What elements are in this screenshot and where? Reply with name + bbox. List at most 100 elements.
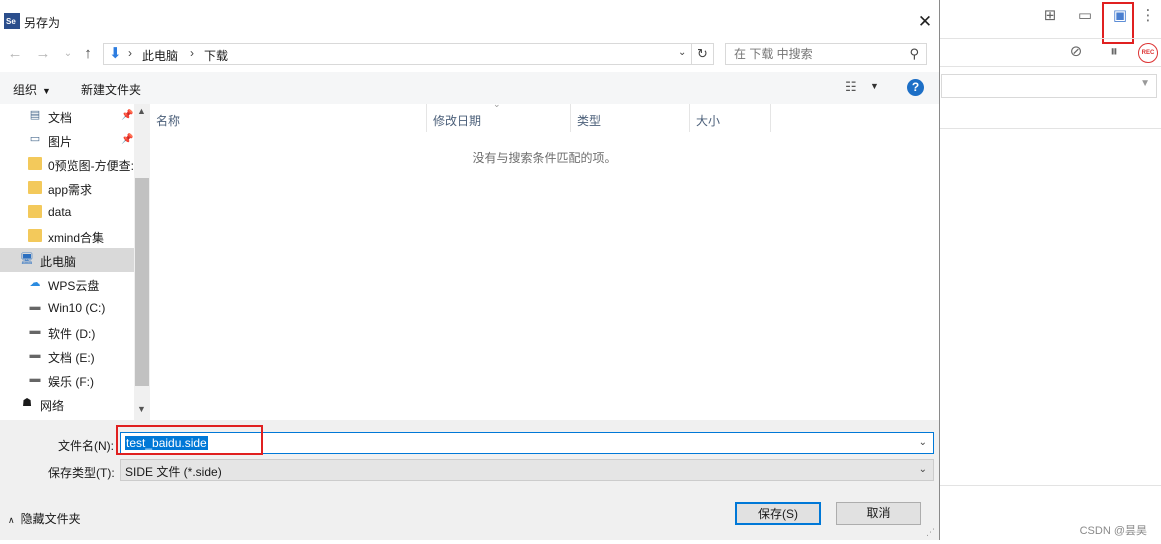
filetype-label: 保存类型(T): xyxy=(48,466,115,480)
computer-icon: 🖥 xyxy=(20,253,34,265)
breadcrumb-separator: › xyxy=(190,46,194,60)
breadcrumb-separator: › xyxy=(128,46,132,60)
column-label: 类型 xyxy=(577,114,602,128)
divider xyxy=(938,128,1161,129)
new-folder-icon[interactable]: ⊞ xyxy=(1040,7,1060,25)
caret-down-icon[interactable]: ▼ xyxy=(870,81,879,91)
divider xyxy=(938,38,1161,39)
divider xyxy=(938,66,1161,67)
download-arrow-icon: ⬇ xyxy=(109,45,122,62)
pin-icon[interactable]: 📌 xyxy=(121,110,133,121)
breadcrumb-this-pc[interactable]: 此电脑 xyxy=(142,47,178,64)
address-bar[interactable]: ⬇ › 此电脑 › 下载 ⌄ xyxy=(103,43,692,65)
folder-icon xyxy=(28,229,42,242)
nav-item-label: data xyxy=(48,205,72,219)
scroll-down-icon[interactable]: ▼ xyxy=(137,404,146,414)
cancel-button[interactable]: 取消 xyxy=(836,502,921,525)
nav-item[interactable]: ▬ Win10 (C:) xyxy=(0,296,134,320)
column-header-type[interactable]: 类型 xyxy=(571,104,690,132)
scrollbar-thumb[interactable] xyxy=(135,178,149,386)
nav-item[interactable]: xmind合集 xyxy=(0,224,134,248)
nav-item-label: xmind合集 xyxy=(48,231,105,245)
caret-down-icon: ▼ xyxy=(42,86,51,96)
nav-scrollbar[interactable]: ▲ ▼ xyxy=(134,104,150,420)
nav-item-label: 图片 xyxy=(48,135,73,149)
document-icon: ▤ xyxy=(29,109,41,121)
drive-icon: ▬ xyxy=(29,325,41,337)
caret-up-icon: ∧ xyxy=(8,515,15,525)
search-input[interactable] xyxy=(734,47,894,61)
view-options-icon[interactable]: ☷ xyxy=(845,79,857,95)
nav-item-label: app需求 xyxy=(48,183,93,197)
forward-button[interactable]: → xyxy=(35,44,51,64)
background-dropdown[interactable]: ▼ xyxy=(941,74,1157,98)
disable-breakpoints-icon[interactable]: ⊘ xyxy=(1066,43,1086,61)
new-folder-button[interactable]: 新建文件夹 xyxy=(81,81,141,98)
column-header-size[interactable]: 大小 xyxy=(690,104,771,132)
breadcrumb-downloads[interactable]: 下载 xyxy=(204,47,228,64)
back-button[interactable]: ← xyxy=(7,44,23,64)
filename-label: 文件名(N): xyxy=(58,439,114,453)
save-button[interactable]: 保存(S) xyxy=(735,502,821,525)
nav-item[interactable]: ☗ 网络 xyxy=(0,392,134,416)
chevron-down-icon[interactable]: ⌄ xyxy=(678,47,686,58)
nav-item-label: 此电脑 xyxy=(40,255,77,269)
pin-icon[interactable]: 📌 xyxy=(121,134,133,145)
save-as-dialog: Se 另存为 ✕ ← → ⌄ ↑ ⬇ › 此电脑 › 下载 ⌄ ↻ ⚲ 组织 ▼ … xyxy=(0,0,940,540)
nav-item[interactable]: app需求 xyxy=(0,176,134,200)
filetype-value: SIDE 文件 (*.side) xyxy=(125,465,222,479)
nav-item-label: WPS云盘 xyxy=(48,279,100,293)
filename-highlight-box xyxy=(116,425,263,455)
nav-item[interactable]: 0预览图-方便查: xyxy=(0,152,134,176)
help-icon[interactable]: ? xyxy=(907,79,924,96)
nav-item-label: Win10 (C:) xyxy=(48,301,106,315)
cloud-icon: ☁ xyxy=(29,277,41,289)
more-icon[interactable]: ⋮ xyxy=(1138,7,1158,25)
empty-message: 没有与搜索条件匹配的项。 xyxy=(472,151,617,165)
resize-grip-icon[interactable]: ⋰ xyxy=(926,527,935,538)
nav-item[interactable]: ☁ WPS云盘 xyxy=(0,272,134,296)
nav-item[interactable]: ▭ 图片 📌 xyxy=(0,128,134,152)
nav-item[interactable]: ▬ 文档 (E:) xyxy=(0,344,134,368)
search-icon[interactable]: ⚲ xyxy=(909,46,919,62)
nav-item[interactable]: ▤ 文档 📌 xyxy=(0,104,134,128)
title-bar: Se 另存为 ✕ xyxy=(0,0,939,40)
picture-icon: ▭ xyxy=(29,133,41,145)
chevron-down-icon[interactable]: ⌄ xyxy=(919,464,927,475)
open-folder-icon[interactable]: ▭ xyxy=(1075,7,1095,25)
refresh-button[interactable]: ↻ xyxy=(692,43,714,65)
dialog-title: 另存为 xyxy=(24,16,61,30)
navigation-pane: ▤ 文档 📌 ▭ 图片 📌 0预览图-方便查: app需求 data xmind合集 🖥 此电脑 ☁ WP… xyxy=(0,104,150,420)
file-list: 名称 修改日期 ⌄ 类型 大小 没有与搜索条件匹配的项。 xyxy=(150,99,939,420)
hide-folders-toggle[interactable]: ∧ 隐藏文件夹 xyxy=(8,510,81,527)
chevron-down-icon: ▼ xyxy=(1140,78,1150,89)
nav-item-label: 0预览图-方便查: xyxy=(48,159,135,173)
chevron-down-icon[interactable]: ⌄ xyxy=(919,437,927,448)
recent-locations-button[interactable]: ⌄ xyxy=(60,44,76,64)
divider xyxy=(938,485,1161,486)
nav-item-label: 娱乐 (F:) xyxy=(48,375,94,389)
search-box[interactable]: ⚲ xyxy=(725,43,927,65)
drive-icon: ▬ xyxy=(29,349,41,361)
folder-icon xyxy=(28,205,42,218)
nav-item[interactable]: ▬ 娱乐 (F:) xyxy=(0,368,134,392)
close-button[interactable]: ✕ xyxy=(912,10,938,34)
nav-item[interactable]: data xyxy=(0,200,134,224)
up-button[interactable]: ↑ xyxy=(80,44,96,64)
filetype-select[interactable]: SIDE 文件 (*.side) ⌄ xyxy=(120,459,934,481)
record-icon[interactable]: REC xyxy=(1138,43,1158,63)
column-label: 名称 xyxy=(156,114,181,128)
pause-icon[interactable]: ⏸ xyxy=(1104,43,1124,61)
nav-item-label: 软件 (D:) xyxy=(48,327,96,341)
nav-item[interactable]: 🖥 此电脑 xyxy=(0,248,134,272)
column-header-date[interactable]: 修改日期 ⌄ xyxy=(427,99,571,132)
watermark: CSDN @昙昊 xyxy=(1079,525,1147,537)
folder-icon xyxy=(28,181,42,194)
network-icon: ☗ xyxy=(22,397,32,409)
scroll-up-icon[interactable]: ▲ xyxy=(137,106,146,116)
column-header-name[interactable]: 名称 xyxy=(150,104,427,132)
nav-item[interactable]: ▬ 软件 (D:) xyxy=(0,320,134,344)
organize-menu[interactable]: 组织 ▼ xyxy=(13,81,51,98)
organize-label: 组织 xyxy=(13,83,38,97)
command-toolbar: 组织 ▼ 新建文件夹 ☷ ▼ ? xyxy=(0,72,939,104)
